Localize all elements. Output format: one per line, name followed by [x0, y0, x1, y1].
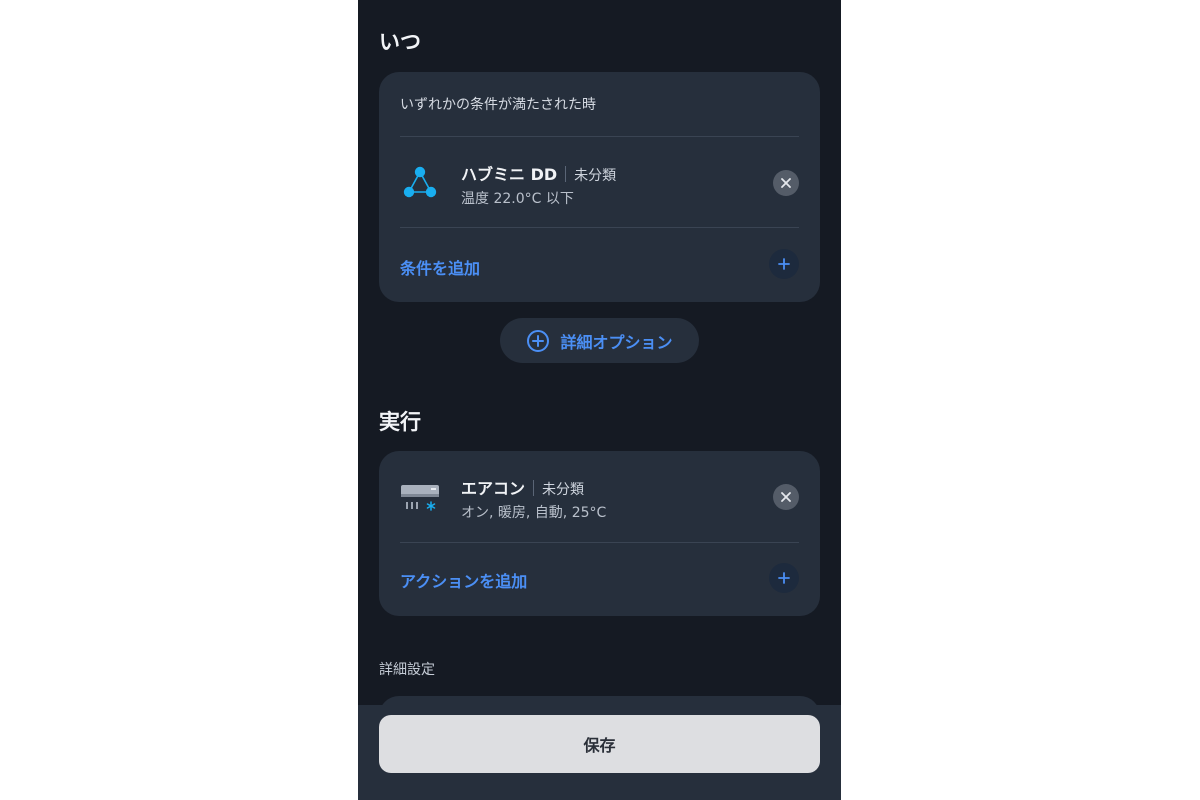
air-conditioner-icon [401, 485, 439, 511]
hub-network-icon [403, 166, 437, 198]
add-condition-button[interactable] [769, 249, 799, 279]
condition-device-title: ハブミニ DD 未分類 [461, 161, 616, 185]
action-device-title: エアコン 未分類 [461, 475, 584, 499]
save-button[interactable]: 保存 [379, 715, 820, 773]
plus-icon [778, 258, 790, 270]
add-action-link[interactable]: アクションを追加 [400, 568, 527, 592]
add-condition-link[interactable]: 条件を追加 [400, 255, 480, 279]
separator [565, 166, 567, 182]
advanced-options-button[interactable]: 詳細オプション [500, 318, 699, 363]
condition-detail: 温度 22.0°C 以下 [461, 191, 574, 207]
condition-mode-label[interactable]: いずれかの条件が満たされた時 [400, 94, 596, 114]
action-device-room: 未分類 [542, 482, 585, 498]
separator [533, 480, 535, 496]
condition-device-name: ハブミニ DD [461, 165, 558, 184]
divider [400, 227, 799, 228]
close-icon [781, 492, 791, 502]
advanced-options-label: 詳細オプション [560, 332, 673, 352]
advanced-settings-label: 詳細設定 [379, 662, 435, 678]
plus-circle-icon [527, 329, 550, 352]
close-icon [781, 178, 791, 188]
add-action-button[interactable] [769, 563, 799, 593]
action-device-name: エアコン [461, 479, 526, 498]
execute-section-title: 実行 [379, 410, 421, 434]
remove-action-button[interactable] [773, 484, 799, 510]
execute-card: エアコン 未分類 オン, 暖房, 自動, 25°C アクションを追加 [379, 451, 820, 616]
plus-icon [778, 572, 790, 584]
remove-condition-button[interactable] [773, 170, 799, 196]
when-card: いずれかの条件が満たされた時 ハブミニ DD 未分類 温度 22.0°C 以下 [379, 72, 820, 302]
divider [400, 136, 799, 137]
condition-device-room: 未分類 [574, 168, 617, 184]
app-screen: いつ いずれかの条件が満たされた時 ハブミニ DD 未分類 温度 22.0°C 以… [358, 0, 841, 800]
action-detail: オン, 暖房, 自動, 25°C [461, 505, 607, 521]
when-section-title: いつ [379, 30, 421, 54]
divider [400, 542, 799, 543]
